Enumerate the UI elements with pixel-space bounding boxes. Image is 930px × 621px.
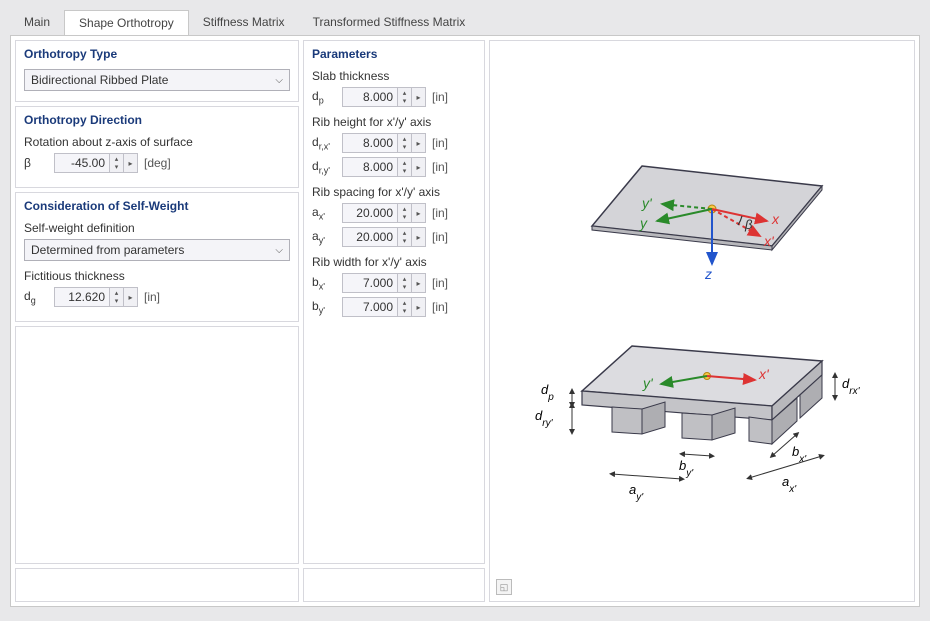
input-beta[interactable]: -45.00 (54, 153, 110, 173)
svg-text:ax': ax' (782, 474, 797, 495)
dp-symbol: dp (312, 89, 338, 105)
fictitious-thickness-label: Fictitious thickness (24, 269, 290, 283)
spinner-menu[interactable]: ▸ (412, 157, 426, 177)
input-ax[interactable]: 20.000 (342, 203, 398, 223)
tab-transformed-stiffness[interactable]: Transformed Stiffness Matrix (299, 10, 480, 35)
ax-symbol: ax' (312, 205, 338, 221)
spinner-updown[interactable]: ▴▾ (110, 287, 124, 307)
spinner-menu[interactable]: ▸ (124, 153, 138, 173)
svg-text:dry': dry' (535, 408, 554, 429)
group-parameters: Parameters Slab thickness dp 8.000 ▴▾ ▸ … (303, 40, 485, 564)
unit-label: [in] (432, 136, 448, 150)
spinner-updown[interactable]: ▴▾ (398, 297, 412, 317)
ribbed-plate-diagram: x' y' dp dry' drx' by' (517, 316, 887, 506)
input-by[interactable]: 7.000 (342, 297, 398, 317)
spinner-menu[interactable]: ▸ (412, 273, 426, 293)
tab-main[interactable]: Main (10, 10, 64, 35)
bx-symbol: bx' (312, 275, 338, 291)
svg-text:x: x (771, 211, 780, 227)
input-dp[interactable]: 8.000 (342, 87, 398, 107)
bottom-panel-left (15, 568, 299, 602)
view-options-icon[interactable]: ◱ (496, 579, 512, 595)
spinner-updown[interactable]: ▴▾ (398, 157, 412, 177)
dg-symbol: dg (24, 289, 50, 305)
svg-text:by': by' (679, 458, 694, 479)
selfweight-def-label: Self-weight definition (24, 221, 290, 235)
chevron-down-icon: ⌵ (275, 245, 283, 256)
axes-diagram: x y z x' y' β (542, 136, 862, 316)
rib-height-label: Rib height for x'/y' axis (312, 115, 476, 129)
unit-label: [in] (432, 206, 448, 220)
input-dry[interactable]: 8.000 (342, 157, 398, 177)
rib-spacing-label: Rib spacing for x'/y' axis (312, 185, 476, 199)
spinner-updown[interactable]: ▴▾ (398, 273, 412, 293)
spinner-menu[interactable]: ▸ (412, 227, 426, 247)
bottom-panel-mid (303, 568, 485, 602)
spinner-menu[interactable]: ▸ (124, 287, 138, 307)
input-dg[interactable]: 12.620 (54, 287, 110, 307)
tab-bar: Main Shape Orthotropy Stiffness Matrix T… (10, 10, 920, 35)
spinner-updown[interactable]: ▴▾ (110, 153, 124, 173)
unit-label: [in] (432, 160, 448, 174)
spinner-updown[interactable]: ▴▾ (398, 227, 412, 247)
rib-width-label: Rib width for x'/y' axis (312, 255, 476, 269)
input-ay[interactable]: 20.000 (342, 227, 398, 247)
group-title: Orthotropy Type (24, 47, 290, 61)
blank-panel (15, 326, 299, 564)
group-orthotropy-type: Orthotropy Type Bidirectional Ribbed Pla… (15, 40, 299, 102)
input-bx[interactable]: 7.000 (342, 273, 398, 293)
unit-label: [in] (432, 90, 448, 104)
drx-symbol: dr,x' (312, 135, 338, 151)
tab-stiffness-matrix[interactable]: Stiffness Matrix (189, 10, 299, 35)
svg-text:drx': drx' (842, 376, 861, 397)
svg-text:x': x' (758, 366, 770, 382)
group-self-weight: Consideration of Self-Weight Self-weight… (15, 192, 299, 322)
svg-text:z: z (704, 266, 712, 282)
input-drx[interactable]: 8.000 (342, 133, 398, 153)
svg-text:dp: dp (541, 382, 554, 403)
slab-thickness-label: Slab thickness (312, 69, 476, 83)
svg-text:x': x' (763, 233, 775, 249)
rotation-label: Rotation about z-axis of surface (24, 135, 290, 149)
spinner-menu[interactable]: ▸ (412, 133, 426, 153)
group-title: Orthotropy Direction (24, 113, 290, 127)
ay-symbol: ay' (312, 229, 338, 245)
svg-text:y: y (639, 215, 648, 231)
spinner-menu[interactable]: ▸ (412, 203, 426, 223)
svg-text:ay': ay' (629, 482, 644, 503)
spinner-menu[interactable]: ▸ (412, 87, 426, 107)
select-selfweight-definition[interactable]: Determined from parameters ⌵ (24, 239, 290, 261)
spinner-updown[interactable]: ▴▾ (398, 133, 412, 153)
unit-label: [in] (432, 300, 448, 314)
spinner-updown[interactable]: ▴▾ (398, 87, 412, 107)
select-value: Bidirectional Ribbed Plate (31, 73, 168, 87)
group-orthotropy-direction: Orthotropy Direction Rotation about z-ax… (15, 106, 299, 188)
unit-label: [in] (144, 290, 160, 304)
tab-shape-orthotropy[interactable]: Shape Orthotropy (64, 10, 189, 35)
unit-label: [in] (432, 230, 448, 244)
by-symbol: by' (312, 299, 338, 315)
spinner-updown[interactable]: ▴▾ (398, 203, 412, 223)
unit-label: [in] (432, 276, 448, 290)
group-title: Consideration of Self-Weight (24, 199, 290, 213)
unit-label: [deg] (144, 156, 171, 170)
beta-symbol: β (24, 156, 50, 170)
spinner-menu[interactable]: ▸ (412, 297, 426, 317)
svg-text:y': y' (642, 375, 654, 391)
chevron-down-icon: ⌵ (275, 75, 283, 86)
select-value: Determined from parameters (31, 243, 184, 257)
dry-symbol: dr,y' (312, 159, 338, 175)
svg-text:y': y' (641, 195, 653, 211)
select-orthotropy-type[interactable]: Bidirectional Ribbed Plate ⌵ (24, 69, 290, 91)
svg-text:β: β (744, 217, 753, 232)
group-title: Parameters (312, 47, 476, 61)
preview-panel: x y z x' y' β (489, 40, 915, 602)
